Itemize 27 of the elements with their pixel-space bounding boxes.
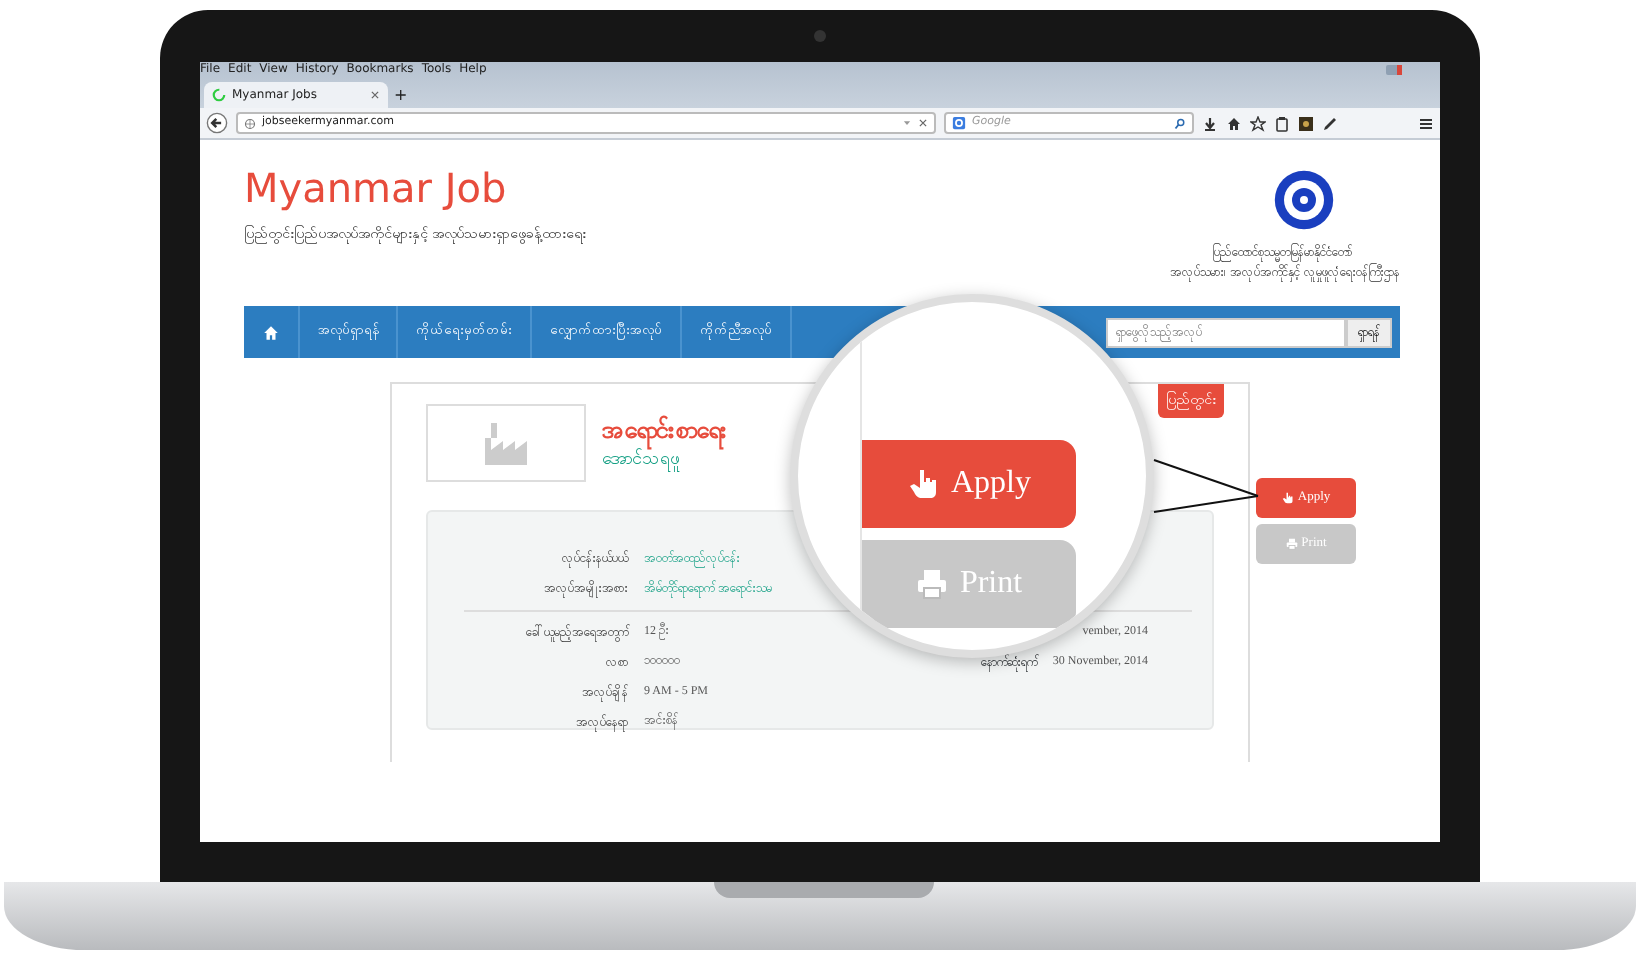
apply-button[interactable]: Apply — [862, 440, 1076, 528]
dropdown-icon[interactable] — [902, 118, 912, 128]
star-icon[interactable] — [1250, 115, 1266, 131]
download-icon[interactable] — [1202, 115, 1218, 131]
extension-icon[interactable] — [1298, 115, 1314, 131]
printer-icon — [915, 568, 948, 600]
close-icon[interactable] — [370, 90, 380, 100]
globe-icon — [244, 117, 256, 129]
hand-pointer-icon — [1281, 492, 1294, 505]
camera-icon — [814, 30, 826, 42]
job-title: အရောင်းစာရေး — [602, 412, 728, 449]
search-icon[interactable] — [1174, 117, 1186, 129]
new-tab-button[interactable]: + — [394, 84, 408, 108]
loading-icon — [212, 88, 226, 102]
menu-icon[interactable] — [1418, 115, 1434, 131]
pen-icon[interactable] — [1322, 115, 1338, 131]
home-icon — [262, 323, 280, 342]
site-title: Myanmar Job — [244, 168, 509, 208]
printer-icon — [1285, 538, 1298, 551]
close-icon[interactable] — [918, 118, 928, 128]
home-icon[interactable] — [1226, 115, 1242, 131]
clipboard-icon[interactable] — [1274, 115, 1290, 131]
hand-pointer-icon — [907, 468, 939, 500]
search-engine-icon[interactable] — [952, 116, 966, 130]
back-icon[interactable] — [206, 112, 228, 134]
factory-icon — [482, 419, 530, 468]
company-name: အောင်သရဖူ — [602, 448, 680, 476]
